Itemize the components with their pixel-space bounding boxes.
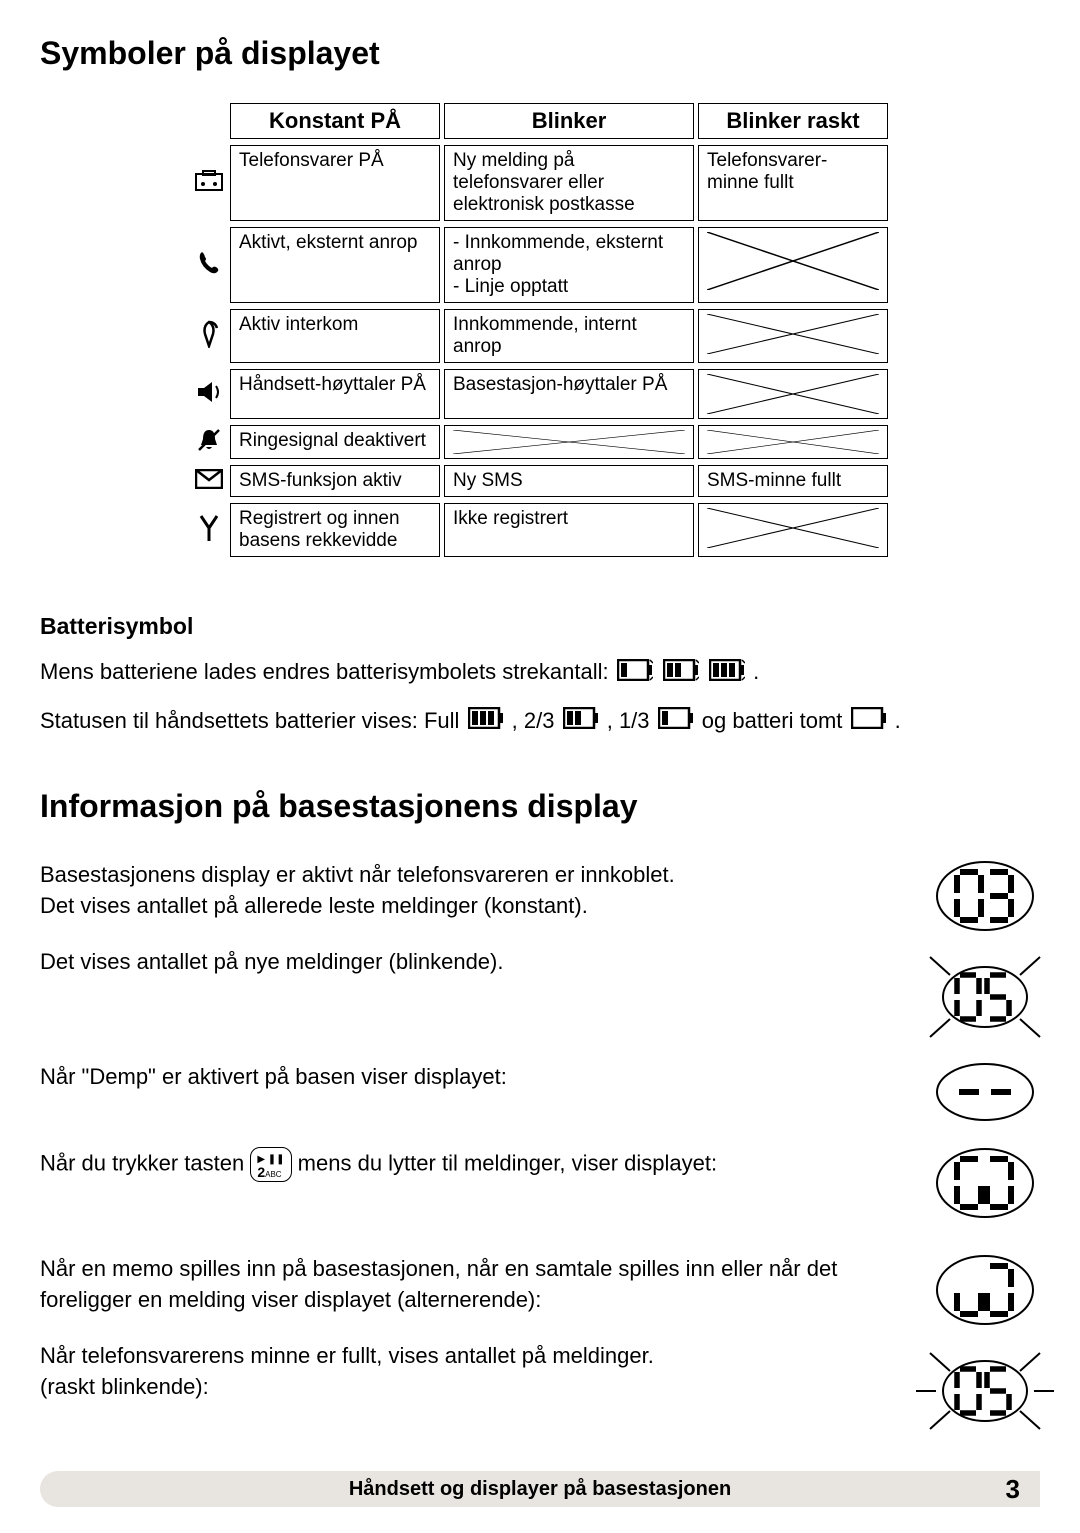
display-dashes-icon [930,1062,1040,1122]
speaker-icon [192,369,226,419]
footer-bar: Håndsett og displayer på basestasjonen 3 [40,1471,1040,1507]
display-05-fastblink-icon [930,1341,1040,1441]
cell: Telefonsvarer PÅ [230,145,440,221]
info-row-4: Når du trykker tasten ▶ ❚❚2ABC mens du l… [40,1147,1040,1219]
table-row: Håndsett-høyttaler PÅ Basestasjon-høytta… [192,369,888,419]
table-row: Aktivt, eksternt anrop - Innkommende, ek… [192,227,888,303]
battery-empty-icon [851,705,887,738]
info-row-3: Når "Demp" er aktivert på basen viser di… [40,1062,1040,1122]
cell: Aktiv interkom [230,309,440,363]
heading-symbols: Symboler på displayet [40,35,1040,72]
handset-icon [192,227,226,303]
table-row: SMS-funksjon aktiv Ny SMS SMS-minne full… [192,465,888,497]
cell: - Innkommende, eksternt anrop - Linje op… [444,227,694,303]
battery-3bar-anim-icon [709,657,745,690]
table-row: Aktiv interkom Innkommende, internt anro… [192,309,888,363]
info-row-5: Når en memo spilles inn på basestasjonen… [40,1254,1040,1326]
envelope-icon [192,465,226,497]
cell: Ringesignal deaktivert [230,425,440,459]
antenna-icon [192,503,226,557]
symbols-table-wrap: Konstant PÅ Blinker Blinker raskt Telefo… [40,97,1040,563]
cell: Innkommende, internt anrop [444,309,694,363]
display-blank-segments-icon [930,1147,1040,1219]
th-constant: Konstant PÅ [230,103,440,139]
cell-x [444,425,694,459]
cell: Telefonsvarer-minne fullt [698,145,888,221]
battery-line-2: Statusen til håndsettets batterier vises… [40,704,1040,739]
cell: Ikke registrert [444,503,694,557]
battery-1bar-anim-icon [617,657,653,690]
cell: Basestasjon-høyttaler PÅ [444,369,694,419]
battery-1of3-icon [658,705,694,738]
info-row-2: Det vises antallet på nye meldinger (bli… [40,947,1040,1047]
heading-battery: Batterisymbol [40,613,1040,640]
cell-x [698,425,888,459]
cell: SMS-funksjon aktiv [230,465,440,497]
symbols-table: Konstant PÅ Blinker Blinker raskt Telefo… [188,97,892,563]
display-03-icon [930,860,1040,932]
info-row-1: Basestasjonens display er aktivt når tel… [40,860,1040,932]
footer-title: Håndsett og displayer på basestasjonen [349,1478,731,1501]
display-05-blink-icon [930,947,1040,1047]
footer-page-number: 3 [1006,1474,1020,1505]
table-row: Registrert og innen basens rekkevidde Ik… [192,503,888,557]
th-blink: Blinker [444,103,694,139]
heading-base-info: Informasjon på basestasjonens display [40,788,1040,825]
battery-2bar-anim-icon [663,657,699,690]
cell-x [698,309,888,363]
bell-slash-icon [192,425,226,459]
intercom-icon [192,309,226,363]
table-row: Telefonsvarer PÅ Ny melding på telefonsv… [192,145,888,221]
info-row-6: Når telefonsvarerens minne er fullt, vis… [40,1341,1040,1441]
cell: Aktivt, eksternt anrop [230,227,440,303]
battery-2of3-icon [563,705,599,738]
cell-x [698,227,888,303]
battery-line-1: Mens batteriene lades endres batterisymb… [40,655,1040,690]
cell-x [698,503,888,557]
cell: Ny SMS [444,465,694,497]
cell: Ny melding på telefonsvarer eller elektr… [444,145,694,221]
cell: Håndsett-høyttaler PÅ [230,369,440,419]
display-alt-record-icon [930,1254,1040,1326]
cell: SMS-minne fullt [698,465,888,497]
cell: Registrert og innen basens rekkevidde [230,503,440,557]
table-row: Ringesignal deaktivert [192,425,888,459]
cell-x [698,369,888,419]
th-fast: Blinker raskt [698,103,888,139]
answering-machine-icon [192,145,226,221]
battery-full-icon [468,705,504,738]
key-2-play-pause-icon: ▶ ❚❚2ABC [250,1147,291,1182]
